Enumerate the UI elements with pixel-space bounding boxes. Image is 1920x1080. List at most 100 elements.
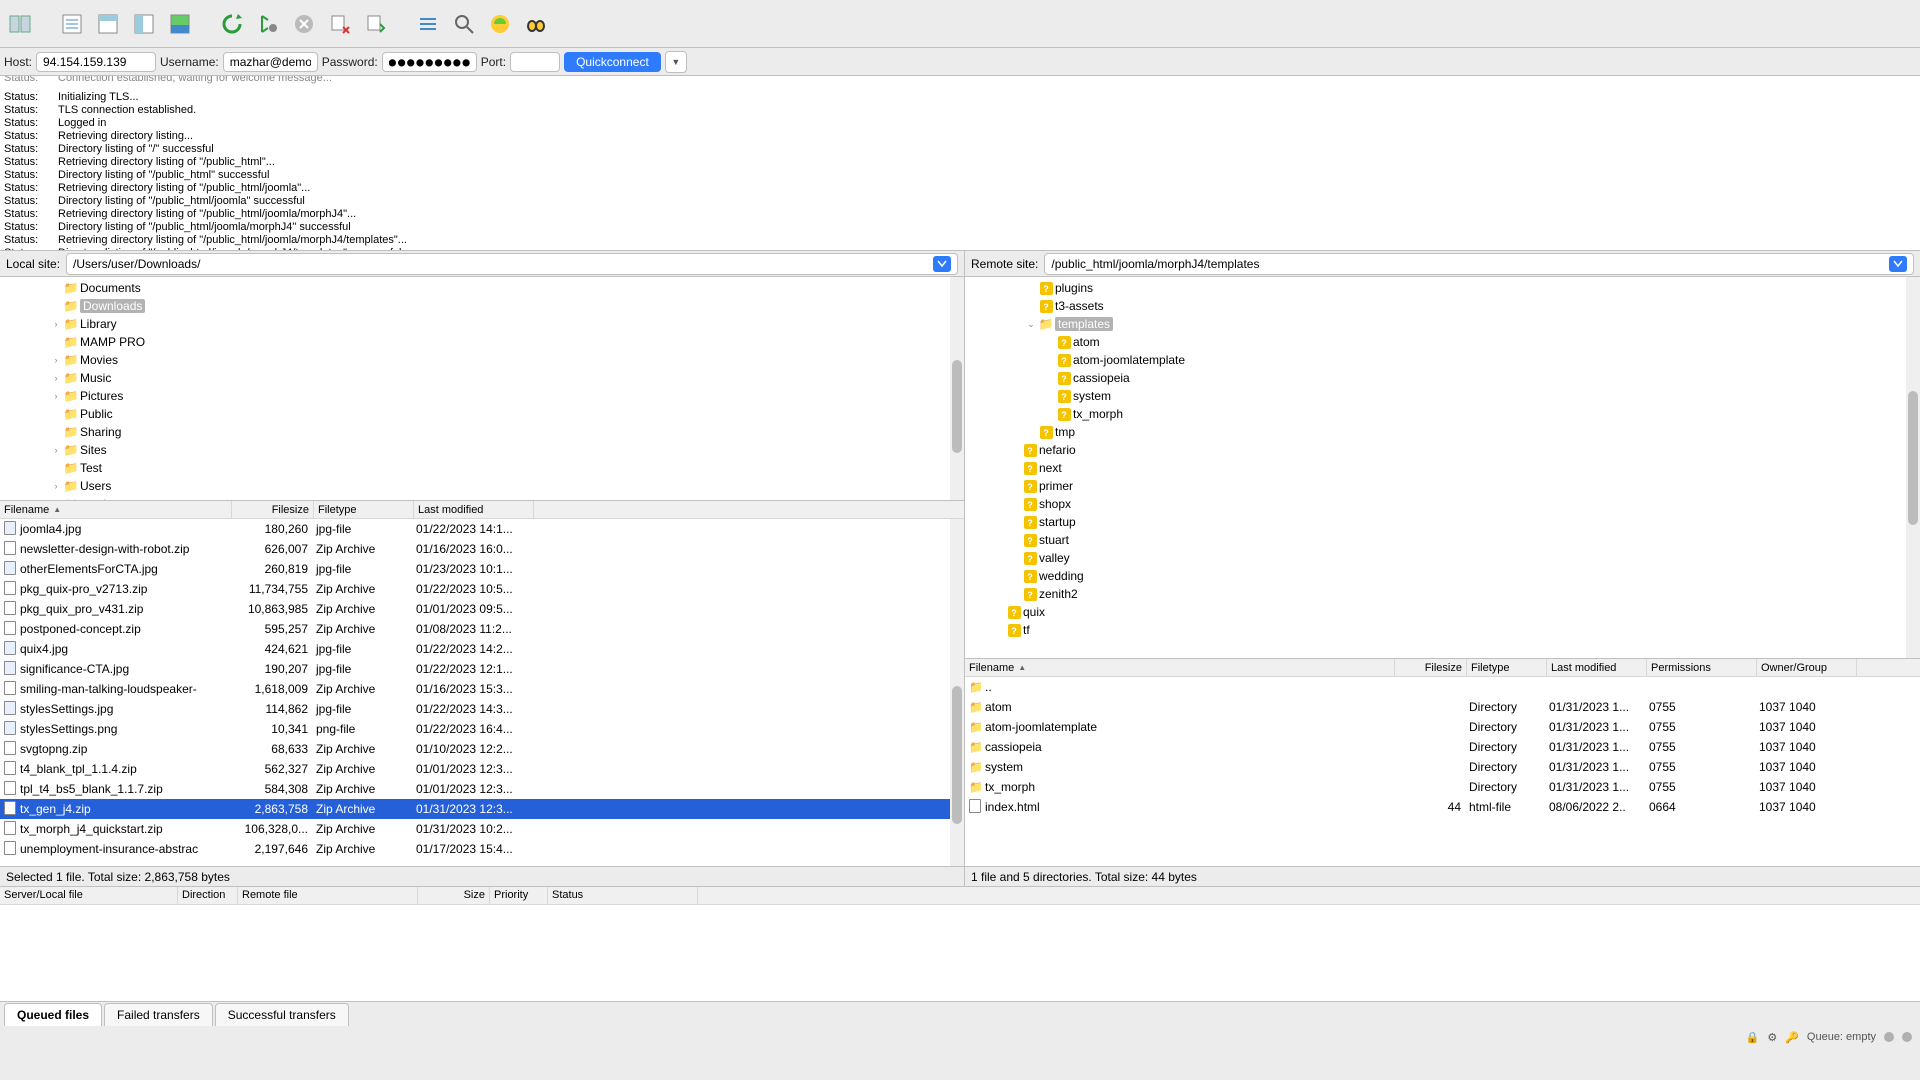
col-lastmod[interactable]: Last modified (1547, 659, 1647, 676)
process-queue-icon[interactable] (252, 8, 284, 40)
file-row[interactable]: pkg_quix_pro_v431.zip10,863,985Zip Archi… (0, 599, 964, 619)
file-row[interactable]: significance-CTA.jpg190,207jpg-file01/22… (0, 659, 964, 679)
file-row[interactable]: 📁atom-joomlatemplateDirectory01/31/2023 … (965, 717, 1920, 737)
tree-item[interactable]: ›📁Sites (0, 441, 964, 459)
reconnect-icon[interactable] (360, 8, 392, 40)
tree-item[interactable]: ›📁Users (0, 477, 964, 495)
file-row[interactable]: tpl_t4_bs5_blank_1.1.7.zip584,308Zip Arc… (0, 779, 964, 799)
scrollbar[interactable] (950, 277, 964, 500)
tree-item[interactable]: ?atom (965, 333, 1920, 351)
file-row[interactable]: quix4.jpg424,621jpg-file01/22/2023 14:2.… (0, 639, 964, 659)
tree-item[interactable]: ?plugins (965, 279, 1920, 297)
tab-successful[interactable]: Successful transfers (215, 1003, 349, 1026)
col-filetype[interactable]: Filetype (1467, 659, 1547, 676)
col-server-local[interactable]: Server/Local file (0, 887, 178, 904)
col-remote-file[interactable]: Remote file (238, 887, 418, 904)
col-size[interactable]: Size (418, 887, 490, 904)
remote-list-header[interactable]: Filename▲ Filesize Filetype Last modifie… (965, 659, 1920, 677)
file-row[interactable]: pkg_quix-pro_v2713.zip11,734,755Zip Arch… (0, 579, 964, 599)
remote-file-list[interactable]: Filename▲ Filesize Filetype Last modifie… (965, 659, 1920, 867)
file-row[interactable]: t4_blank_tpl_1.1.4.zip562,327Zip Archive… (0, 759, 964, 779)
col-filename[interactable]: Filename▲ (965, 659, 1395, 676)
tree-item[interactable]: ›📁Pictures (0, 387, 964, 405)
col-lastmod[interactable]: Last modified (414, 501, 534, 518)
queue-body[interactable] (0, 905, 1920, 1001)
file-row[interactable]: unemployment-insurance-abstrac2,197,646Z… (0, 839, 964, 859)
col-filesize[interactable]: Filesize (1395, 659, 1467, 676)
tree-item[interactable]: ?t3-assets (965, 297, 1920, 315)
filter-icon[interactable] (412, 8, 444, 40)
file-row[interactable]: stylesSettings.jpg114,862jpg-file01/22/2… (0, 699, 964, 719)
file-row[interactable]: 📁tx_morphDirectory01/31/2023 1...0755103… (965, 777, 1920, 797)
col-status[interactable]: Status (548, 887, 698, 904)
local-path-input[interactable]: /Users/user/Downloads/ (66, 253, 958, 275)
quickconnect-button[interactable]: Quickconnect (564, 52, 661, 72)
refresh-icon[interactable] (216, 8, 248, 40)
remote-path-dropdown-icon[interactable] (1889, 256, 1907, 272)
file-row[interactable]: smiling-man-talking-loudspeaker-1,618,00… (0, 679, 964, 699)
site-manager-icon[interactable] (4, 8, 36, 40)
scrollbar[interactable] (1906, 277, 1920, 658)
file-row[interactable]: index.html44html-file08/06/2022 2..06641… (965, 797, 1920, 817)
host-input[interactable] (36, 52, 156, 72)
lock-icon[interactable]: 🔒 (1746, 1031, 1760, 1044)
file-row[interactable]: joomla4.jpg180,260jpg-file01/22/2023 14:… (0, 519, 964, 539)
tree-item[interactable]: ?zenith2 (965, 585, 1920, 603)
remote-directory-tree[interactable]: ?plugins?t3-assets⌄📁templates?atom?atom-… (965, 277, 1920, 659)
file-row[interactable]: svgtopng.zip68,633Zip Archive01/10/2023 … (0, 739, 964, 759)
tree-item[interactable]: ?tx_morph (965, 405, 1920, 423)
file-row[interactable]: tx_gen_j4.zip2,863,758Zip Archive01/31/2… (0, 799, 964, 819)
username-input[interactable] (223, 52, 318, 72)
tree-item[interactable]: ›📁Movies (0, 351, 964, 369)
toggle-local-tree-icon[interactable] (92, 8, 124, 40)
queue-header[interactable]: Server/Local file Direction Remote file … (0, 887, 1920, 905)
col-filename[interactable]: Filename▲ (0, 501, 232, 518)
local-list-header[interactable]: Filename▲ Filesize Filetype Last modifie… (0, 501, 964, 519)
port-input[interactable] (510, 52, 560, 72)
tree-item[interactable]: ›📁Music (0, 369, 964, 387)
tree-item[interactable]: 📁Test (0, 459, 964, 477)
file-row[interactable]: 📁.. (965, 677, 1920, 697)
tree-item[interactable]: 📁Sharing (0, 423, 964, 441)
tree-item[interactable]: ?stuart (965, 531, 1920, 549)
tree-item[interactable]: ?quix (965, 603, 1920, 621)
file-row[interactable]: tx_morph_j4_quickstart.zip106,328,0...Zi… (0, 819, 964, 839)
tree-item[interactable]: 📁MAMP PRO (0, 333, 964, 351)
local-directory-tree[interactable]: 📁Documents📁Downloads›📁Library📁MAMP PRO›📁… (0, 277, 964, 501)
file-row[interactable]: 📁systemDirectory01/31/2023 1...07551037 … (965, 757, 1920, 777)
file-row[interactable]: stylesSettings.png10,341png-file01/22/20… (0, 719, 964, 739)
tree-item[interactable]: ?shopx (965, 495, 1920, 513)
toggle-log-icon[interactable] (56, 8, 88, 40)
tree-item[interactable]: ?tmp (965, 423, 1920, 441)
tree-item[interactable]: ?wedding (965, 567, 1920, 585)
scrollbar[interactable] (950, 519, 964, 866)
col-permissions[interactable]: Permissions (1647, 659, 1757, 676)
tree-item[interactable]: ?nefario (965, 441, 1920, 459)
file-row[interactable]: newsletter-design-with-robot.zip626,007Z… (0, 539, 964, 559)
local-file-list[interactable]: Filename▲ Filesize Filetype Last modifie… (0, 501, 964, 867)
key-icon[interactable]: 🔑 (1785, 1031, 1799, 1044)
message-log[interactable]: Status:Connection established, waiting f… (0, 76, 1920, 251)
gear-icon[interactable]: ⚙ (1767, 1031, 1777, 1044)
tree-item[interactable]: ?next (965, 459, 1920, 477)
file-row[interactable]: 📁cassiopeiaDirectory01/31/2023 1...07551… (965, 737, 1920, 757)
col-filetype[interactable]: Filetype (314, 501, 414, 518)
search-icon[interactable] (448, 8, 480, 40)
tree-item[interactable]: ⌄📁templates (965, 315, 1920, 333)
tree-item[interactable]: ?tf (965, 621, 1920, 639)
tree-item[interactable]: ?system (965, 387, 1920, 405)
file-row[interactable]: 📁atomDirectory01/31/2023 1...07551037 10… (965, 697, 1920, 717)
tree-item[interactable]: 📁Documents (0, 279, 964, 297)
tree-item[interactable]: ?primer (965, 477, 1920, 495)
tab-queued[interactable]: Queued files (4, 1003, 102, 1026)
cancel-icon[interactable] (288, 8, 320, 40)
tree-item[interactable]: ?valley (965, 549, 1920, 567)
quickconnect-dropdown[interactable]: ▼ (665, 51, 687, 73)
toggle-remote-tree-icon[interactable] (128, 8, 160, 40)
file-row[interactable]: postponed-concept.zip595,257Zip Archive0… (0, 619, 964, 639)
tab-failed[interactable]: Failed transfers (104, 1003, 213, 1026)
toggle-queue-icon[interactable] (164, 8, 196, 40)
tree-item[interactable]: ?cassiopeia (965, 369, 1920, 387)
tree-item[interactable]: ?startup (965, 513, 1920, 531)
local-path-dropdown-icon[interactable] (933, 256, 951, 272)
